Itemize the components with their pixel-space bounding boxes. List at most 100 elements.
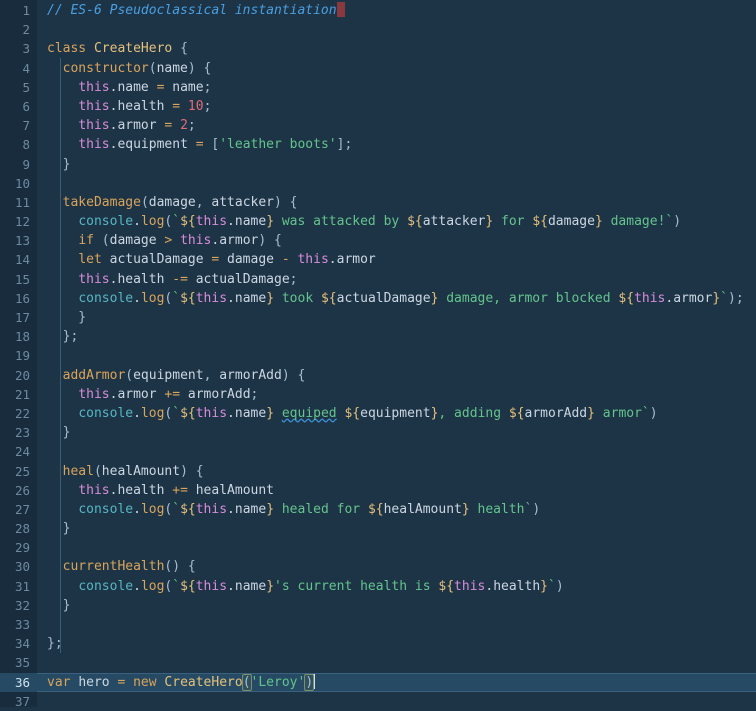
line-number[interactable]: 26 bbox=[0, 481, 37, 500]
line-number[interactable]: 32 bbox=[0, 596, 37, 615]
line-number[interactable]: 3 bbox=[0, 39, 37, 58]
template-open: ${ bbox=[180, 290, 196, 306]
code-line[interactable]: this.equipment = ['leather boots']; bbox=[37, 135, 756, 154]
code-line[interactable]: this.health += healAmount bbox=[37, 481, 756, 500]
line-number[interactable]: 2 bbox=[0, 20, 37, 39]
semicolon: ; bbox=[250, 386, 259, 402]
line-number[interactable]: 13 bbox=[0, 231, 37, 250]
code-line[interactable]: }; bbox=[37, 327, 756, 346]
code-line[interactable] bbox=[37, 20, 756, 39]
closing-brace: } bbox=[47, 597, 71, 613]
code-line[interactable]: } bbox=[37, 423, 756, 442]
line-number[interactable]: 33 bbox=[0, 615, 37, 634]
line-number-active[interactable]: 36 bbox=[0, 672, 37, 692]
operator: > bbox=[156, 233, 181, 249]
line-number[interactable]: 5 bbox=[0, 78, 37, 97]
code-line[interactable]: // ES-6 Pseudoclassical instantiation bbox=[37, 1, 756, 20]
line-number[interactable]: 34 bbox=[0, 634, 37, 653]
line-number[interactable]: 37 bbox=[0, 692, 37, 711]
line-number[interactable]: 7 bbox=[0, 116, 37, 135]
code-line[interactable]: this.name = name; bbox=[37, 78, 756, 97]
line-number[interactable]: 10 bbox=[0, 174, 37, 193]
code-line[interactable] bbox=[37, 653, 756, 672]
code-line[interactable]: if (damage > this.armor) { bbox=[37, 231, 756, 250]
operator: = bbox=[156, 118, 181, 134]
line-number[interactable]: 19 bbox=[0, 346, 37, 365]
closing-brace: }; bbox=[47, 636, 63, 652]
code-line[interactable] bbox=[37, 442, 756, 461]
line-number[interactable]: 23 bbox=[0, 423, 37, 442]
paren: ) bbox=[532, 501, 541, 517]
identifier: attacker bbox=[422, 214, 486, 230]
line-number[interactable]: 30 bbox=[0, 557, 37, 576]
string-part: damage, armor blocked bbox=[438, 290, 619, 306]
line-number[interactable]: 6 bbox=[0, 97, 37, 116]
line-number[interactable]: 29 bbox=[0, 538, 37, 557]
code-line[interactable]: console.log(`${this.name} healed for ${h… bbox=[37, 500, 756, 519]
code-line[interactable]: } bbox=[37, 596, 756, 615]
code-line[interactable]: takeDamage(damage, attacker) { bbox=[37, 193, 756, 212]
code-line[interactable]: constructor(name) { bbox=[37, 59, 756, 78]
template-open: ${ bbox=[508, 405, 525, 421]
backtick: ` bbox=[172, 405, 181, 421]
code-content[interactable]: // ES-6 Pseudoclassical instantiation cl… bbox=[37, 0, 756, 707]
code-line[interactable]: addArmor(equipment, armorAdd) { bbox=[37, 366, 756, 385]
dot: . bbox=[133, 578, 141, 594]
line-number[interactable]: 31 bbox=[0, 577, 37, 596]
code-line[interactable]: heal(healAmount) { bbox=[37, 462, 756, 481]
line-number[interactable]: 14 bbox=[0, 250, 37, 269]
string-part: was attacked by bbox=[274, 214, 408, 230]
code-line[interactable] bbox=[37, 346, 756, 365]
line-number[interactable]: 4 bbox=[0, 59, 37, 78]
line-number[interactable]: 22 bbox=[0, 404, 37, 423]
code-line[interactable]: console.log(`${this.name}'s current heal… bbox=[37, 577, 756, 596]
identifier: healAmount bbox=[383, 501, 462, 517]
line-number[interactable]: 24 bbox=[0, 442, 37, 461]
code-line[interactable]: console.log(`${this.name} took ${actualD… bbox=[37, 289, 756, 308]
line-number[interactable]: 9 bbox=[0, 155, 37, 174]
paren: ) { bbox=[187, 60, 212, 76]
code-line[interactable]: let actualDamage = damage - this.armor bbox=[37, 250, 756, 269]
code-line[interactable]: console.log(`${this.name} was attacked b… bbox=[37, 212, 756, 231]
property: armor bbox=[336, 252, 376, 268]
line-number[interactable]: 18 bbox=[0, 327, 37, 346]
code-line[interactable]: this.health -= actualDamage; bbox=[37, 270, 756, 289]
line-number[interactable]: 17 bbox=[0, 308, 37, 327]
param: attacker bbox=[211, 194, 275, 210]
code-line[interactable] bbox=[37, 538, 756, 557]
line-number[interactable]: 20 bbox=[0, 366, 37, 385]
line-number[interactable]: 25 bbox=[0, 462, 37, 481]
code-line[interactable] bbox=[37, 692, 756, 707]
line-number[interactable]: 35 bbox=[0, 653, 37, 672]
code-line[interactable]: console.log(`${this.name} equiped ${equi… bbox=[37, 404, 756, 423]
code-line[interactable]: this.health = 10; bbox=[37, 97, 756, 116]
line-number-gutter[interactable]: 1 2 3 4 5 6 7 8 9 10 11 12 13 14 15 16 1… bbox=[0, 0, 37, 709]
method-name: heal bbox=[62, 463, 94, 479]
code-line[interactable]: } bbox=[37, 308, 756, 327]
semicolon: ; bbox=[203, 79, 212, 95]
line-number[interactable]: 21 bbox=[0, 385, 37, 404]
line-number[interactable]: 15 bbox=[0, 270, 37, 289]
code-line[interactable]: this.armor = 2; bbox=[37, 116, 756, 135]
line-number[interactable]: 27 bbox=[0, 500, 37, 519]
code-line[interactable]: this.armor += armorAdd; bbox=[37, 385, 756, 404]
code-line[interactable]: } bbox=[37, 155, 756, 174]
line-number[interactable]: 28 bbox=[0, 519, 37, 538]
code-line[interactable]: currentHealth() { bbox=[37, 557, 756, 576]
identifier: actualDamage bbox=[336, 290, 431, 306]
code-line[interactable]: } bbox=[37, 519, 756, 538]
line-number[interactable]: 8 bbox=[0, 135, 37, 154]
code-line[interactable]: class CreateHero { bbox=[37, 39, 756, 58]
line-number[interactable]: 12 bbox=[0, 212, 37, 231]
code-line[interactable] bbox=[37, 615, 756, 634]
line-number[interactable]: 1 bbox=[0, 1, 37, 20]
code-line[interactable] bbox=[37, 174, 756, 193]
line-number[interactable]: 11 bbox=[0, 193, 37, 212]
code-editor[interactable]: 1 2 3 4 5 6 7 8 9 10 11 12 13 14 15 16 1… bbox=[0, 0, 756, 709]
this-keyword: this bbox=[78, 482, 110, 498]
line-number[interactable]: 16 bbox=[0, 289, 37, 308]
code-line[interactable]: }; bbox=[37, 634, 756, 653]
semicolon: ; bbox=[289, 271, 298, 287]
code-line-active[interactable]: var hero = new CreateHero('Leroy') bbox=[37, 672, 756, 692]
